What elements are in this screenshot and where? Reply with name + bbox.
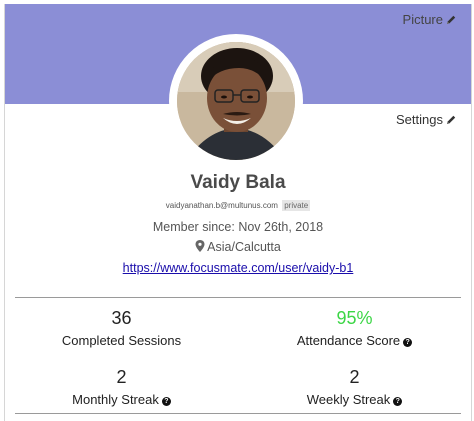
settings-label: Settings — [396, 112, 443, 127]
stat-attendance-score: 95% Attendance Score? — [238, 307, 471, 348]
settings-button[interactable]: Settings — [396, 112, 457, 127]
attendance-score-value: 95% — [336, 308, 373, 328]
completed-sessions-value: 36 — [111, 308, 132, 328]
email-text: vaidyanathan.b@multunus.com — [165, 201, 278, 210]
attendance-score-label-row: Attendance Score? — [238, 333, 471, 348]
location: Asia/Calcutta — [5, 240, 471, 254]
member-since: Member since: Nov 26th, 2018 — [152, 220, 324, 234]
pencil-icon — [447, 15, 456, 24]
monthly-streak-label: Monthly Streak — [72, 392, 159, 407]
avatar — [177, 42, 295, 160]
map-pin-icon — [195, 240, 205, 252]
stat-weekly-streak: 2 Weekly Streak? — [238, 366, 471, 407]
private-badge: private — [282, 200, 311, 211]
avatar-photo — [177, 42, 295, 160]
weekly-streak-value: 2 — [349, 367, 360, 387]
question-circle-icon[interactable]: ? — [403, 338, 413, 347]
attendance-score-label: Attendance Score — [296, 333, 401, 348]
weekly-streak-label: Weekly Streak — [306, 392, 391, 407]
completed-sessions-label: Completed Sessions — [61, 333, 182, 348]
question-circle-icon[interactable]: ? — [393, 397, 403, 406]
profile-name: Vaidy Bala — [190, 172, 286, 193]
profile-card: Picture Settings Vaidy Bala vaidyanathan… — [4, 4, 472, 421]
location-text: Asia/Calcutta — [207, 240, 281, 254]
stat-completed-sessions: 36 Completed Sessions — [5, 307, 238, 348]
stats-divider-top — [15, 297, 461, 298]
question-circle-icon[interactable]: ? — [161, 397, 171, 406]
pencil-icon — [447, 115, 456, 124]
email-row: vaidyanathan.b@multunus.com private — [5, 200, 471, 211]
monthly-streak-value: 2 — [116, 367, 127, 387]
weekly-streak-label-row: Weekly Streak? — [238, 392, 471, 407]
edit-picture-button[interactable]: Picture — [403, 12, 457, 27]
avatar-frame — [169, 34, 303, 168]
picture-label: Picture — [402, 12, 443, 27]
monthly-streak-label-row: Monthly Streak? — [5, 392, 238, 407]
stats-divider-bottom — [15, 413, 461, 414]
profile-link-row: https://www.focusmate.com/user/vaidy-b1 — [5, 261, 471, 275]
stat-monthly-streak: 2 Monthly Streak? — [5, 366, 238, 407]
profile-url-link[interactable]: https://www.focusmate.com/user/vaidy-b1 — [123, 261, 354, 275]
